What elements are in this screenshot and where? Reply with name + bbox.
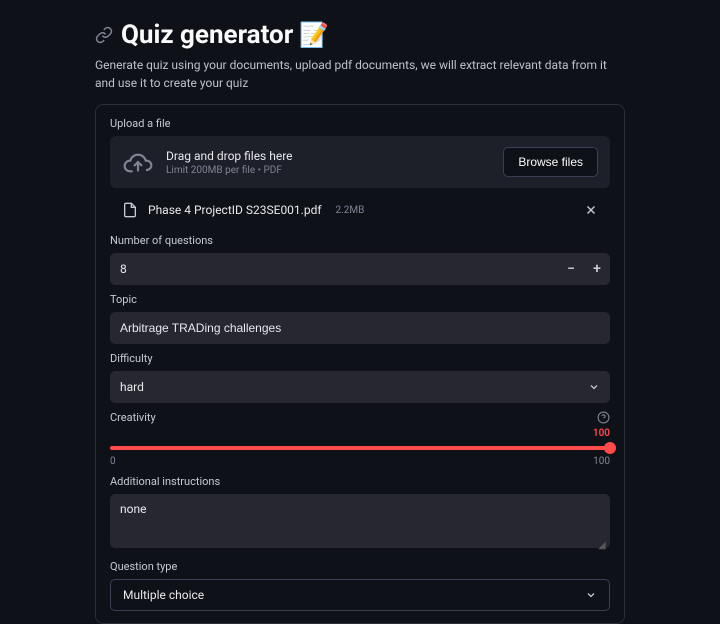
file-icon (122, 202, 138, 218)
questions-label: Number of questions (110, 234, 610, 247)
slider-min: 0 (110, 456, 116, 467)
remove-file-button[interactable] (584, 203, 598, 217)
qtype-label: Question type (110, 560, 610, 573)
dropzone-limit: Limit 200MB per file • PDF (166, 165, 491, 176)
memo-emoji: 📝 (299, 21, 329, 49)
question-type-value: Multiple choice (123, 588, 204, 602)
slider-track[interactable] (110, 446, 610, 450)
browse-files-button[interactable]: Browse files (503, 147, 598, 177)
instructions-label: Additional instructions (110, 475, 610, 488)
form-card: Upload a file Drag and drop files here L… (95, 104, 625, 624)
chevron-down-icon (588, 381, 600, 393)
creativity-slider[interactable]: 100 0 100 (110, 430, 610, 467)
slider-thumb[interactable] (604, 442, 616, 454)
question-type-select[interactable]: Multiple choice (110, 579, 610, 611)
increment-button[interactable]: + (584, 253, 610, 285)
uploaded-file-row: Phase 4 ProjectID S23SE001.pdf 2.2MB (110, 194, 610, 226)
help-icon[interactable] (597, 411, 610, 424)
difficulty-label: Difficulty (110, 352, 610, 365)
topic-label: Topic (110, 293, 610, 306)
file-size: 2.2MB (336, 205, 365, 216)
page-subtitle: Generate quiz using your documents, uplo… (95, 56, 625, 92)
decrement-button[interactable]: − (558, 253, 584, 285)
file-name: Phase 4 ProjectID S23SE001.pdf (148, 203, 322, 217)
difficulty-value: hard (120, 380, 144, 394)
chevron-down-icon (585, 589, 597, 601)
dropzone-text: Drag and drop files here (166, 149, 491, 163)
topic-input[interactable] (110, 312, 610, 344)
difficulty-select[interactable]: hard (110, 371, 610, 403)
page-title: Quiz generator 📝 (121, 20, 329, 50)
slider-max: 100 (593, 456, 610, 467)
slider-value-label: 100 (593, 428, 610, 439)
link-icon (95, 26, 113, 44)
questions-stepper[interactable]: 8 − + (110, 253, 610, 285)
upload-label: Upload a file (110, 117, 610, 130)
cloud-upload-icon (122, 146, 154, 178)
questions-value: 8 (110, 262, 558, 276)
creativity-label: Creativity (110, 411, 156, 424)
file-dropzone[interactable]: Drag and drop files here Limit 200MB per… (110, 136, 610, 188)
